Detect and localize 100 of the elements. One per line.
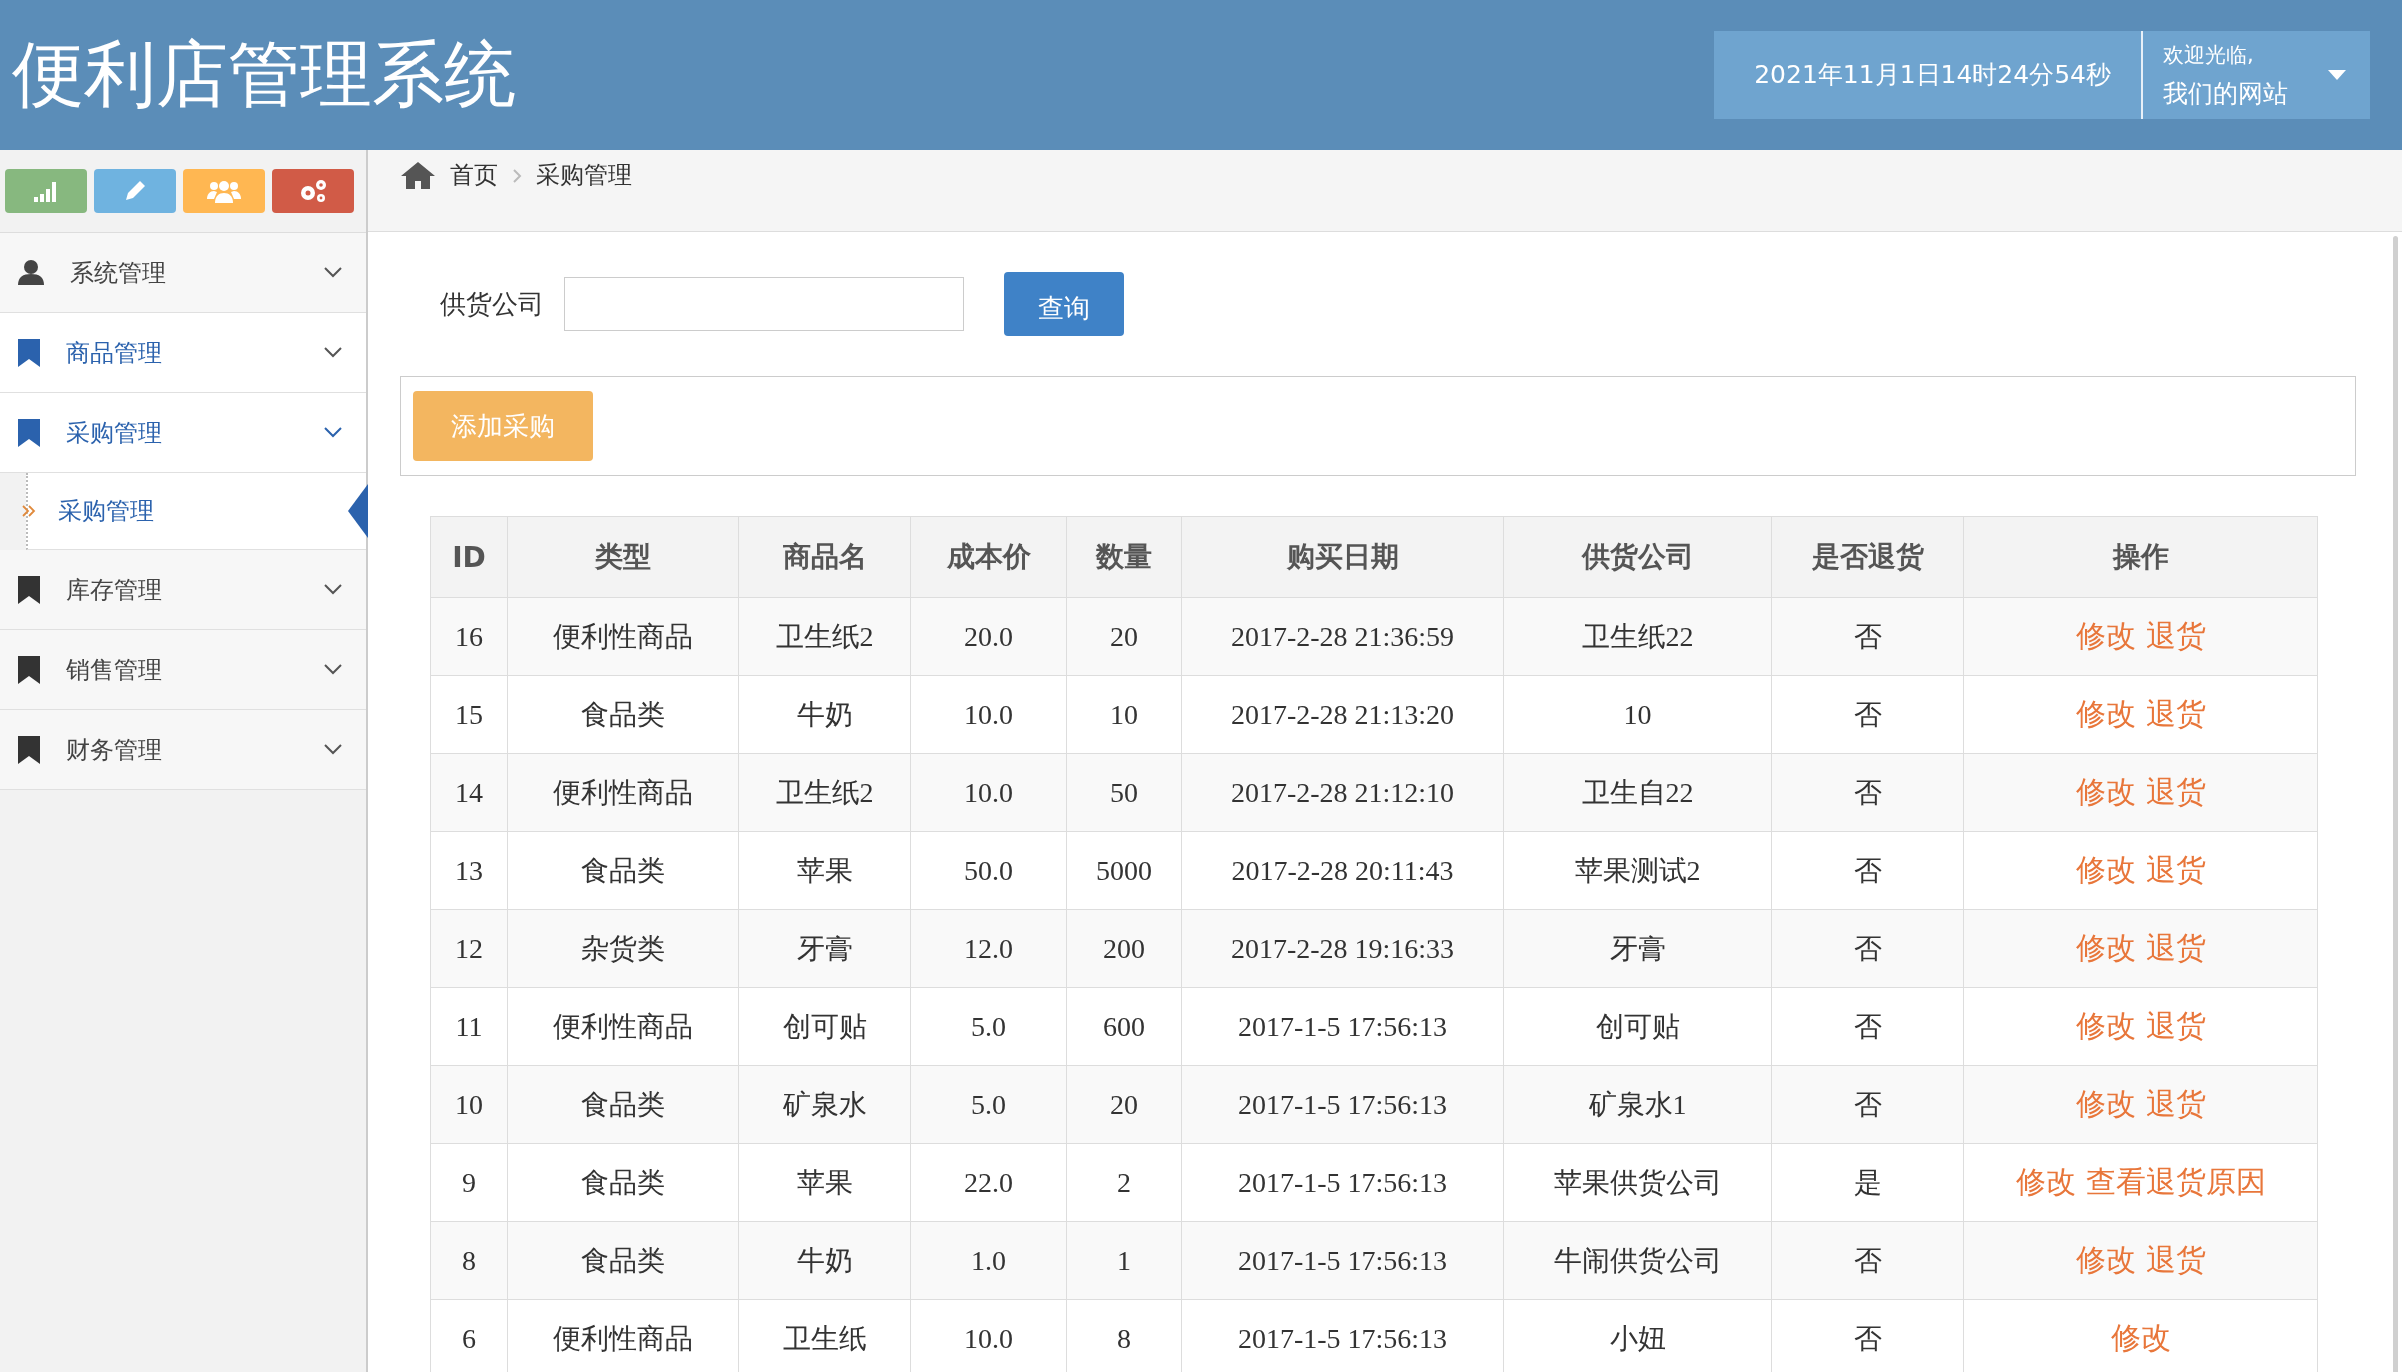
action-link[interactable]: 退货 [2145, 619, 2206, 652]
table-cell: 2017-2-28 21:12:10 [1181, 753, 1504, 832]
table-cell: 卫生纸2 [738, 597, 911, 676]
table-cell: 20.0 [910, 597, 1067, 676]
chevron-icon [324, 744, 342, 755]
breadcrumb-link[interactable]: 首页 [450, 160, 498, 190]
user-icon [18, 258, 44, 287]
action-link[interactable]: 查看退货原因 [2085, 1165, 2266, 1198]
table-cell: 卫生纸22 [1503, 597, 1772, 676]
field-label: 供货公司 [440, 287, 544, 321]
table-cell: 9 [430, 1143, 508, 1222]
action-link[interactable]: 退货 [2145, 1009, 2206, 1042]
table-cell: 否 [1771, 909, 1964, 988]
table-cell: 2017-1-5 17:56:13 [1181, 1143, 1504, 1222]
datetime: 2021年11月1日14时24分54秒 [1714, 30, 2143, 119]
action-link[interactable]: 修改 [2075, 1009, 2136, 1042]
add-button[interactable]: 添加采购 [413, 391, 593, 461]
action-link[interactable]: 修改 [2110, 1321, 2171, 1354]
table-cell: 牛闹供货公司 [1503, 1221, 1772, 1300]
table-cell: 2017-2-28 21:13:20 [1181, 675, 1504, 754]
action-link[interactable]: 退货 [2145, 697, 2206, 730]
column-header: 成本价 [910, 516, 1067, 598]
chart-shortcut-button[interactable] [5, 169, 87, 213]
settings-shortcut-button[interactable] [272, 169, 354, 213]
chevron-icon [324, 427, 342, 438]
menu-item[interactable]: 销售管理 [0, 630, 366, 710]
action-link[interactable]: 修改 [2075, 697, 2136, 730]
table-cell: 2017-1-5 17:56:13 [1181, 1065, 1504, 1144]
table-cell: 10.0 [910, 675, 1067, 754]
action-link[interactable]: 修改 [2075, 1087, 2136, 1120]
caret-icon [2328, 69, 2346, 80]
menu-item[interactable]: 商品管理 [0, 313, 366, 393]
table-cell: 创可贴 [1503, 987, 1772, 1066]
table-cell: 杂货类 [507, 909, 739, 988]
menu-item[interactable]: 系统管理 [0, 233, 366, 313]
table-cell: 5.0 [910, 1065, 1067, 1144]
table-cell: 5.0 [910, 987, 1067, 1066]
table-cell: 10 [1503, 675, 1772, 754]
table-cell: 2 [1066, 1143, 1182, 1222]
action-link[interactable]: 修改 [2075, 931, 2136, 964]
table-cell: 50 [1066, 753, 1182, 832]
table-cell: 否 [1771, 831, 1964, 910]
table-cell: 否 [1771, 987, 1964, 1066]
table-cell: 便利性商品 [507, 987, 739, 1066]
table-cell: 牙膏 [1503, 909, 1772, 988]
chevron-icon [324, 664, 342, 675]
table-cell: 苹果测试2 [1503, 831, 1772, 910]
supplier-input-field[interactable] [564, 277, 964, 331]
table-cell: 否 [1771, 597, 1964, 676]
table-cell: 苹果 [738, 831, 911, 910]
table-cell: 5000 [1066, 831, 1182, 910]
table-cell: 卫生纸2 [738, 753, 911, 832]
table-cell: 11 [430, 987, 508, 1066]
column-header: 操作 [1963, 516, 2318, 598]
table-cell: 矿泉水1 [1503, 1065, 1772, 1144]
table-cell: 牛奶 [738, 675, 911, 754]
table-cell: 牙膏 [738, 909, 911, 988]
bookmark-icon [18, 735, 40, 764]
table-cell: 食品类 [507, 831, 739, 910]
chevron-icon [324, 584, 342, 595]
action-link[interactable]: 退货 [2145, 931, 2206, 964]
action-link[interactable]: 修改 [2015, 1165, 2076, 1198]
action-link[interactable]: 退货 [2145, 853, 2206, 886]
action-link[interactable]: 退货 [2145, 1087, 2206, 1120]
menu-item[interactable]: 采购管理 [0, 393, 366, 473]
table-cell: 6 [430, 1299, 508, 1372]
table-cell: 否 [1771, 1221, 1964, 1300]
table-cell: 12.0 [910, 909, 1067, 988]
menu-item[interactable]: 财务管理 [0, 710, 366, 790]
table-cell: 14 [430, 753, 508, 832]
action-link[interactable]: 退货 [2145, 775, 2206, 808]
table-cell: 2017-2-28 19:16:33 [1181, 909, 1504, 988]
action-link[interactable]: 修改 [2075, 775, 2136, 808]
table-cell: 22.0 [910, 1143, 1067, 1222]
table-cell: 600 [1066, 987, 1182, 1066]
bookmark-icon [18, 575, 40, 604]
table-cell: 食品类 [507, 1143, 739, 1222]
users-shortcut-button[interactable] [183, 169, 265, 213]
bookmark-icon [18, 338, 40, 367]
action-link[interactable]: 修改 [2075, 1243, 2136, 1276]
table-cell: 2017-1-5 17:56:13 [1181, 1221, 1504, 1300]
action-link[interactable]: 修改 [2075, 619, 2136, 652]
pointer-icon [348, 484, 368, 538]
table-cell: 15 [430, 675, 508, 754]
table-cell: 是 [1771, 1143, 1964, 1222]
chevron-icon [512, 168, 522, 184]
table-cell: 牛奶 [738, 1221, 911, 1300]
welcome-menu[interactable]: 欢迎光临, 我们的网站 [2143, 35, 2370, 114]
table-cell: 20 [1066, 1065, 1182, 1144]
table-cell: 矿泉水 [738, 1065, 911, 1144]
scrollbar[interactable] [2393, 236, 2398, 1372]
table-cell: 2017-2-28 20:11:43 [1181, 831, 1504, 910]
edit-shortcut-button[interactable] [94, 169, 176, 213]
action-link[interactable]: 退货 [2145, 1243, 2206, 1276]
column-header: 数量 [1066, 516, 1182, 598]
query-button[interactable]: 查询 [1004, 272, 1124, 336]
action-link[interactable]: 修改 [2075, 853, 2136, 886]
table-cell: 卫生自22 [1503, 753, 1772, 832]
table-cell: 食品类 [507, 1221, 739, 1300]
menu-item[interactable]: 库存管理 [0, 550, 366, 630]
